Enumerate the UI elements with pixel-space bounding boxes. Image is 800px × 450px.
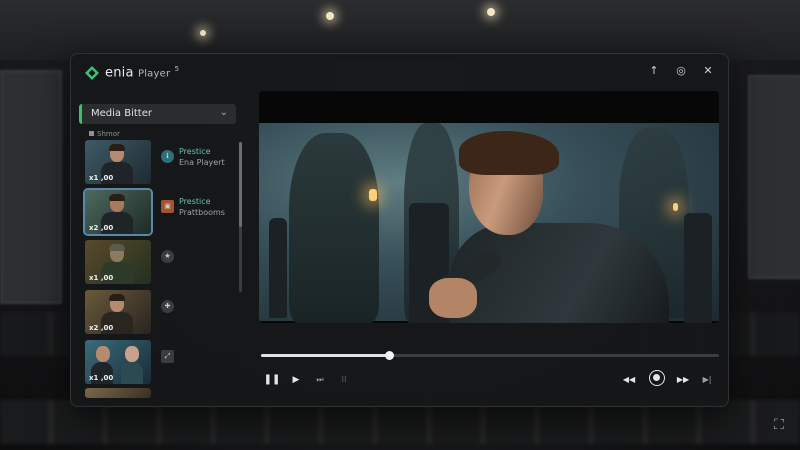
duration-label: x1 ,00 (89, 274, 114, 282)
skip-forward-icon[interactable]: ⏭ (313, 372, 327, 388)
film-icon[interactable]: ▣ (161, 200, 174, 213)
media-sidebar: Media Bitter ⌄ Shmor x1 ,00 ℹ Prestice E… (77, 102, 242, 402)
video-thumbnail[interactable]: x1 ,00 (85, 140, 151, 184)
duration-label: x2 ,00 (89, 224, 114, 232)
rewind-icon[interactable]: ◀◀ (619, 372, 639, 388)
stop-icon[interactable] (649, 370, 665, 386)
right-wall-screen (748, 75, 800, 279)
list-item[interactable]: x1 ,00 ★ (85, 240, 235, 286)
sidebar-scrollbar[interactable] (239, 142, 242, 292)
close-icon[interactable]: ✕ (699, 63, 717, 79)
left-wall-screen (0, 70, 62, 304)
video-thumbnail[interactable]: x1 ,00 (85, 240, 151, 284)
title-bar: enia Player 5 ↑ ◎ ✕ (71, 54, 728, 88)
fast-forward-icon[interactable]: ▶▶ (673, 372, 693, 388)
list-item[interactable]: x2 ,00 ✚ (85, 290, 235, 336)
duration-label: x2 ,00 (89, 324, 114, 332)
seek-bar-handle[interactable] (385, 351, 395, 360)
ceiling-light (200, 30, 206, 36)
item-subtitle: Prattbooms (179, 208, 225, 217)
section-icon (89, 131, 94, 136)
list-item[interactable]: x2 ,00 ▣ Prestice Prattbooms (83, 188, 235, 236)
video-frame (259, 123, 719, 323)
chevron-down-icon: ⌄ (219, 107, 228, 118)
duration-label: x1 ,00 (89, 374, 114, 382)
video-thumbnail[interactable]: x2 ,00 (85, 290, 151, 334)
next-frame-icon[interactable]: ▶ (289, 372, 303, 388)
theater-ceiling (0, 0, 800, 60)
media-source-dropdown[interactable]: Media Bitter ⌄ (79, 104, 236, 124)
item-title: Prestice (179, 147, 211, 156)
player-window: enia Player 5 ↑ ◎ ✕ Media Bitter ⌄ Shmor… (70, 53, 729, 407)
skip-end-icon[interactable]: ▶| (699, 372, 715, 388)
item-title: Prestice (179, 197, 211, 206)
duration-label: x1 ,00 (89, 174, 114, 182)
video-thumbnail[interactable]: x1 ,00 (85, 340, 151, 384)
video-thumbnail[interactable]: x2 ,00 (83, 188, 153, 236)
star-icon[interactable]: ★ (161, 250, 174, 263)
captions-icon[interactable]: ⁝⁝ (337, 372, 351, 388)
item-subtitle: Ena Playert (179, 158, 225, 167)
list-item[interactable] (85, 388, 235, 398)
pause-icon[interactable]: ❚❚ (263, 372, 281, 388)
video-viewport[interactable]: ● ● ◦ (259, 91, 719, 323)
scrollbar-thumb[interactable] (239, 142, 242, 227)
seek-bar-fill (261, 354, 390, 357)
minimize-icon[interactable]: ↑ (645, 63, 663, 79)
fullscreen-icon[interactable]: ⛶ (770, 416, 788, 434)
info-icon[interactable]: ℹ (161, 150, 174, 163)
plus-icon[interactable]: ✚ (161, 300, 174, 313)
list-item[interactable]: x1 ,00 ⤢ (85, 340, 235, 386)
app-logo-icon (85, 66, 99, 80)
app-title: enia Player 5 (105, 65, 180, 81)
section-label: Shmor (89, 130, 120, 138)
expand-icon[interactable]: ⤢ (161, 350, 174, 363)
list-item[interactable]: x1 ,00 ℹ Prestice Ena Playert (85, 140, 235, 186)
video-thumbnail[interactable] (85, 388, 151, 398)
ceiling-light (487, 8, 495, 16)
ceiling-light (326, 12, 334, 20)
dropdown-value: Media Bitter (91, 108, 152, 119)
settings-icon[interactable]: ◎ (672, 63, 690, 79)
seek-bar[interactable] (261, 351, 719, 360)
